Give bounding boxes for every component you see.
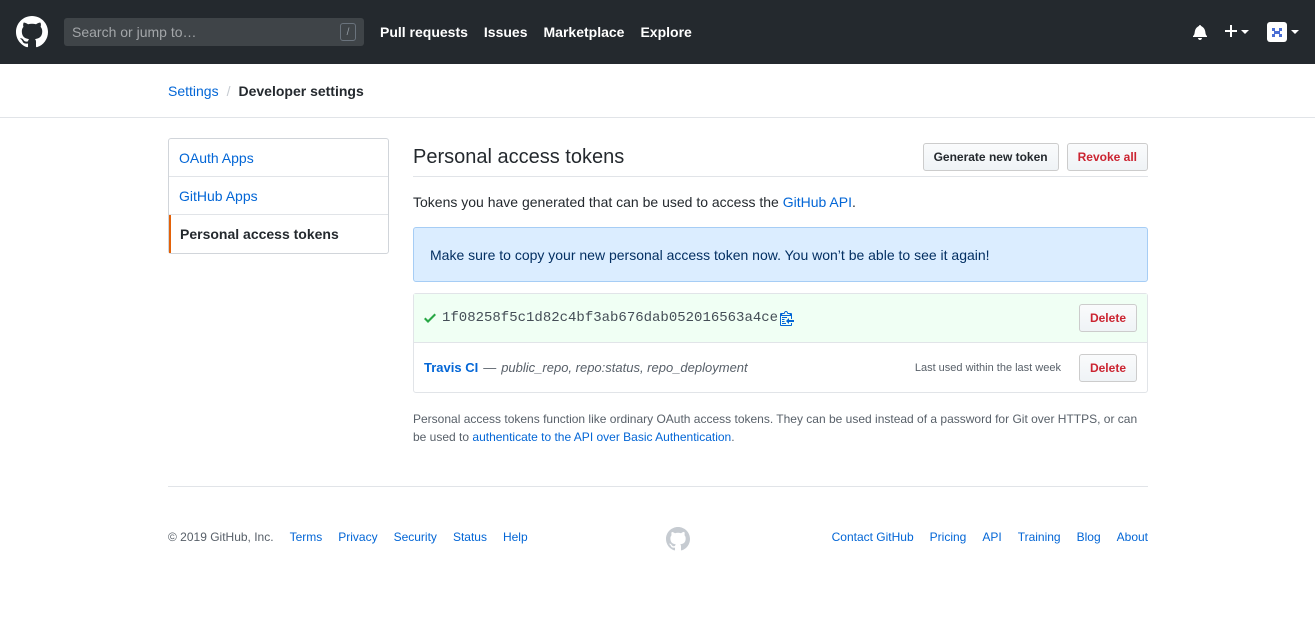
header-actions	[1177, 0, 1299, 64]
new-token-row: 1f08258f5c1d82c4bf3ab676dab052016563a4ce…	[414, 294, 1147, 343]
bell-icon[interactable]	[1193, 24, 1207, 40]
footer-link-pricing[interactable]: Pricing	[930, 530, 967, 544]
nav-explore[interactable]: Explore	[640, 24, 691, 40]
breadcrumb-settings-link[interactable]: Settings	[168, 83, 219, 99]
token-scopes: public_repo, repo:status, repo_deploymen…	[501, 360, 748, 375]
delete-token-button[interactable]: Delete	[1078, 304, 1137, 332]
tokens-description: Tokens you have generated that can be us…	[413, 194, 1148, 210]
clipboard-icon[interactable]	[780, 310, 795, 326]
revoke-all-button[interactable]: Revoke all	[1066, 143, 1148, 171]
footer-link-training[interactable]: Training	[1018, 530, 1061, 544]
copyright: © 2019 GitHub, Inc.	[168, 530, 274, 544]
footer-link-terms[interactable]: Terms	[290, 530, 323, 544]
tokens-panel: Personal access tokens Generate new toke…	[413, 138, 1148, 446]
panel-header: Personal access tokens Generate new toke…	[413, 138, 1148, 177]
create-new-menu[interactable]	[1225, 24, 1249, 40]
check-icon	[424, 310, 440, 326]
token-dash: —	[483, 360, 497, 375]
basic-auth-link[interactable]: authenticate to the API over Basic Authe…	[472, 430, 731, 444]
footer-link-blog[interactable]: Blog	[1077, 530, 1101, 544]
github-api-link[interactable]: GitHub API	[783, 194, 852, 210]
search-box[interactable]: /	[64, 18, 364, 46]
tokens-note: Personal access tokens function like ord…	[413, 410, 1148, 446]
footer-divider	[168, 486, 1148, 487]
copy-token-notice: Make sure to copy your new personal acce…	[413, 227, 1148, 282]
note-suffix: .	[731, 430, 735, 444]
sidebar-item-github-apps[interactable]: GitHub Apps	[169, 177, 388, 215]
page-title: Personal access tokens	[413, 145, 625, 168]
footer-link-help[interactable]: Help	[503, 530, 528, 544]
nav-pull-requests[interactable]: Pull requests	[380, 24, 468, 40]
breadcrumb: Settings / Developer settings	[0, 64, 1315, 118]
search-shortcut-hint: /	[340, 23, 356, 41]
delete-token-button[interactable]: Delete	[1078, 353, 1137, 382]
token-name-link[interactable]: Travis CI	[424, 360, 478, 375]
nav-issues[interactable]: Issues	[484, 24, 528, 40]
footer-link-status[interactable]: Status	[453, 530, 487, 544]
token-value: 1f08258f5c1d82c4bf3ab676dab052016563a4ce	[442, 310, 779, 326]
breadcrumb-separator: /	[226, 82, 231, 99]
nav-marketplace[interactable]: Marketplace	[544, 24, 625, 40]
token-row: Travis CI — public_repo, repo:status, re…	[414, 343, 1147, 392]
token-list: 1f08258f5c1d82c4bf3ab676dab052016563a4ce…	[413, 293, 1148, 393]
footer-link-about[interactable]: About	[1117, 530, 1148, 544]
avatar-icon	[1267, 22, 1287, 42]
user-menu[interactable]	[1267, 22, 1299, 42]
footer-link-security[interactable]: Security	[394, 530, 437, 544]
github-logo-icon[interactable]	[16, 16, 48, 48]
footer: © 2019 GitHub, Inc. Terms Privacy Securi…	[168, 527, 1148, 551]
top-header: / Pull requests Issues Marketplace Explo…	[0, 0, 1315, 64]
github-logo-icon[interactable]	[666, 527, 690, 554]
search-input[interactable]	[72, 24, 340, 40]
chevron-down-icon	[1291, 30, 1299, 34]
header-buttons: Generate new token Revoke all	[915, 143, 1148, 171]
footer-link-api[interactable]: API	[982, 530, 1001, 544]
plus-icon	[1225, 24, 1237, 40]
generate-new-token-button[interactable]: Generate new token	[922, 143, 1059, 171]
breadcrumb-current: Developer settings	[238, 82, 364, 99]
developer-settings-menu: OAuth Apps GitHub Apps Personal access t…	[168, 138, 389, 254]
footer-left: © 2019 GitHub, Inc. Terms Privacy Securi…	[168, 530, 544, 544]
token-last-used: Last used within the last week	[914, 361, 1061, 374]
sidebar-item-oauth-apps[interactable]: OAuth Apps	[169, 139, 388, 177]
footer-right: Contact GitHub Pricing API Training Blog…	[816, 527, 1148, 547]
main-nav: Pull requests Issues Marketplace Explore	[380, 24, 708, 40]
chevron-down-icon	[1241, 30, 1249, 34]
description-suffix: .	[851, 194, 856, 210]
footer-link-privacy[interactable]: Privacy	[338, 530, 377, 544]
sidebar-item-personal-access-tokens[interactable]: Personal access tokens	[169, 215, 388, 253]
description-text: Tokens you have generated that can be us…	[413, 194, 783, 210]
footer-link-contact[interactable]: Contact GitHub	[832, 530, 914, 544]
